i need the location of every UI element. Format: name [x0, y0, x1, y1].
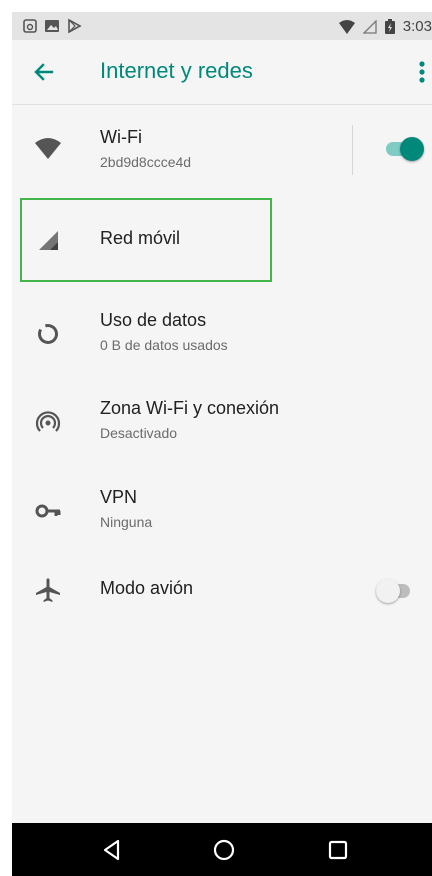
- item-title: Uso de datos: [100, 310, 207, 330]
- item-title: Modo avión: [100, 578, 194, 598]
- wifi-signal-icon: [338, 19, 355, 34]
- status-bar: 3:03: [12, 12, 432, 40]
- cell-signal-icon: [362, 19, 377, 34]
- app-bar: Internet y redes: [12, 40, 432, 105]
- item-title: Wi-Fi: [100, 127, 142, 147]
- vpn-key-icon: [34, 497, 62, 525]
- highlight-box: [20, 198, 272, 282]
- vertical-divider: [352, 125, 353, 175]
- airplane-icon: [34, 576, 62, 604]
- hotspot-icon: [34, 408, 62, 436]
- status-time: 3:03: [402, 18, 432, 35]
- recents-square-icon[interactable]: [324, 836, 352, 864]
- page-title: Internet y redes: [100, 58, 253, 83]
- list-item-modo-avion[interactable]: Modo avión: [12, 555, 432, 625]
- item-subtitle: 0 B de datos usados: [100, 337, 228, 353]
- more-vert-icon[interactable]: [414, 58, 430, 86]
- toggle-thumb: [376, 579, 400, 603]
- arrow-back-icon[interactable]: [30, 58, 58, 86]
- home-circle-icon[interactable]: [210, 836, 238, 864]
- wifi-icon: [34, 135, 62, 163]
- screenshot-icon: [22, 18, 38, 34]
- navigation-bar: [12, 823, 432, 876]
- list-item-zona-wifi[interactable]: Zona Wi-Fi y conexión Desactivado: [12, 378, 432, 466]
- wifi-toggle[interactable]: [386, 137, 424, 161]
- play-store-icon: [66, 18, 82, 34]
- data-usage-icon: [34, 320, 62, 348]
- toggle-thumb: [400, 137, 424, 161]
- image-icon: [44, 18, 60, 34]
- item-subtitle: 2bd9d8ccce4d: [100, 154, 192, 170]
- list-item-uso-de-datos[interactable]: Uso de datos 0 B de datos usados: [12, 290, 432, 378]
- item-title: VPN: [100, 487, 138, 507]
- back-triangle-icon[interactable]: [98, 836, 126, 864]
- item-title: Zona Wi-Fi y conexión: [100, 398, 280, 418]
- item-subtitle: Ninguna: [100, 514, 153, 530]
- airplane-mode-toggle[interactable]: [376, 579, 414, 603]
- list-item-vpn[interactable]: VPN Ninguna: [12, 467, 432, 555]
- item-subtitle: Desactivado: [100, 425, 178, 441]
- android-screen: 3:03 Internet y redes Wi-Fi 2bd9d8ccce4d: [12, 12, 432, 876]
- battery-icon: [384, 19, 395, 34]
- list-item-wifi[interactable]: Wi-Fi 2bd9d8ccce4d: [12, 105, 432, 193]
